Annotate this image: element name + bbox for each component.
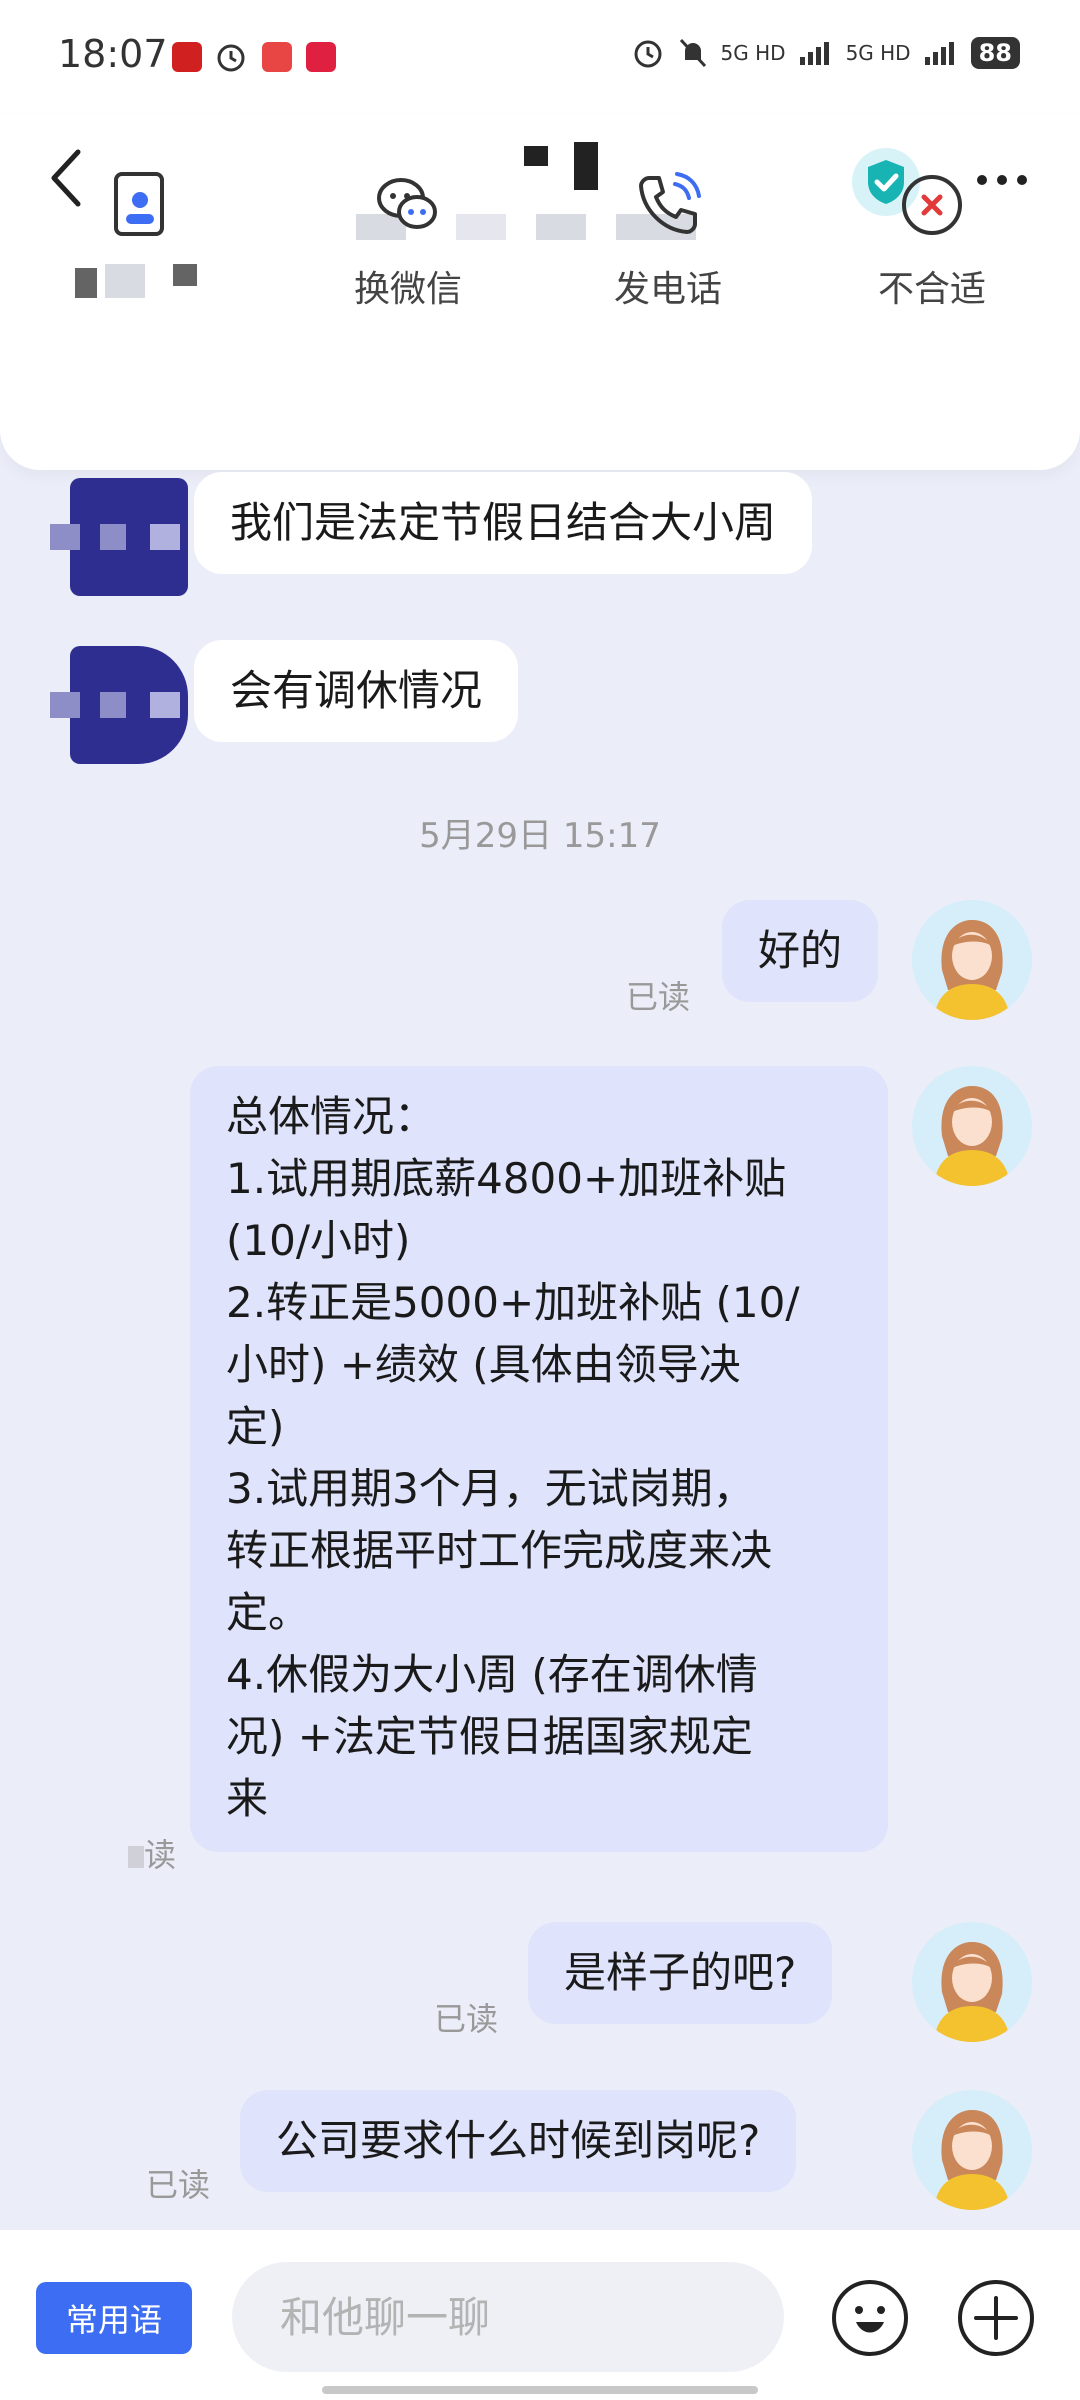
plus-icon <box>974 2296 1018 2340</box>
message-line: 转正根据平时工作完成度来决 <box>226 1526 773 1575</box>
home-indicator <box>322 2386 758 2394</box>
alarm-icon <box>214 40 248 78</box>
message-bubble-outgoing[interactable]: 好的 <box>722 900 879 1002</box>
avatar-self[interactable] <box>912 900 1032 1020</box>
message-bubble-outgoing[interactable]: 总体情况： 1.试用期底薪4800+加班补贴 (10/小时) 2.转正是5000… <box>190 1066 888 1852</box>
message-bubble-incoming[interactable]: 我们是法定节假日结合大小周 <box>194 472 813 574</box>
message-line: 小时) +绩效 (具体由领导决 <box>226 1340 741 1389</box>
signal-icon <box>799 42 829 65</box>
message-line: 3.试用期3个月，无试岗期， <box>226 1464 755 1513</box>
action-call-label: 发电话 <box>613 269 722 310</box>
message-line: 定。 <box>226 1588 311 1637</box>
message-input[interactable] <box>232 2262 784 2372</box>
action-switch-wechat[interactable]: 换微信 <box>298 170 518 312</box>
message-bubble-outgoing[interactable]: 是样子的吧? <box>528 1922 833 2024</box>
app-notification-icon <box>306 42 336 72</box>
read-status: 已读 <box>434 2000 499 2038</box>
user-avatar-icon <box>912 900 1032 1020</box>
status-right: 5G HD 5G HD 88 <box>631 36 1020 70</box>
message-text: 会有调休情况 <box>230 666 483 715</box>
message-text: 公司要求什么时候到岗呢? <box>276 2116 761 2165</box>
action-call[interactable]: 发电话 <box>558 170 778 312</box>
signal-2-label: 5G HD <box>845 41 911 65</box>
avatar-other[interactable] <box>50 478 188 596</box>
message-line: 1.试用期底薪4800+加班补贴 <box>226 1154 787 1203</box>
emoji-button[interactable] <box>832 2280 908 2356</box>
status-bar: 18:07 5G HD 5G HD 88 <box>0 0 1080 115</box>
action-wechat-label: 换微信 <box>353 269 462 310</box>
avatar-self[interactable] <box>912 2090 1032 2210</box>
avatar-self[interactable] <box>912 1066 1032 1186</box>
message-timestamp: 5月29日 15:17 <box>419 816 661 856</box>
action-resume[interactable] <box>30 170 250 302</box>
phone-icon <box>639 172 701 234</box>
message-line: 来 <box>226 1774 269 1823</box>
message-line: (10/小时) <box>226 1216 411 1265</box>
message-text: 好的 <box>758 926 843 975</box>
message-line: 2.转正是5000+加班补贴 (10/ <box>226 1278 800 1327</box>
add-more-button[interactable] <box>958 2280 1034 2356</box>
action-resume-label-blurred <box>75 258 205 302</box>
read-status: 已读 <box>146 2166 211 2204</box>
message-text: 是样子的吧? <box>564 1948 797 1997</box>
avatar-self[interactable] <box>912 1922 1032 2042</box>
message-line: 总体情况： <box>226 1092 437 1141</box>
battery-level: 88 <box>970 37 1020 69</box>
common-phrases-button[interactable]: 常用语 <box>36 2282 192 2354</box>
message-line: 定) <box>226 1402 285 1451</box>
app-notification-icon <box>262 42 292 72</box>
app-notification-icon <box>172 42 202 72</box>
action-not-suitable[interactable]: 不合适 <box>822 170 1042 312</box>
signal-icon <box>924 42 954 65</box>
emoji-icon <box>855 2306 885 2333</box>
read-status: 已读 <box>626 978 691 1016</box>
message-bubble-incoming[interactable]: 会有调休情况 <box>194 640 519 742</box>
alarm-icon <box>634 40 662 68</box>
signal-1-label: 5G HD <box>720 41 786 65</box>
user-avatar-icon <box>912 1066 1032 1186</box>
mute-icon <box>679 38 706 68</box>
status-time: 18:07 <box>58 32 168 76</box>
wechat-icon <box>377 178 437 229</box>
message-bubble-outgoing[interactable]: 公司要求什么时候到岗呢? <box>240 2090 797 2192</box>
message-text: 我们是法定节假日结合大小周 <box>230 498 777 547</box>
action-not-suitable-label: 不合适 <box>877 269 986 310</box>
message-line: 4.休假为大小周 (存在调休情 <box>226 1650 758 1699</box>
read-status: 读 <box>128 1830 176 1876</box>
close-circle-icon <box>902 175 962 235</box>
user-avatar-icon <box>912 1922 1032 2042</box>
avatar-other[interactable] <box>50 646 188 764</box>
message-line: 况) +法定节假日据国家规定 <box>226 1712 753 1761</box>
user-avatar-icon <box>912 2090 1032 2210</box>
resume-icon <box>114 172 164 236</box>
